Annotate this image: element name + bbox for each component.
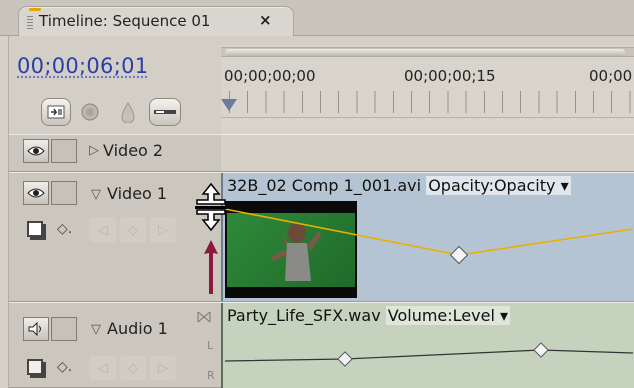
set-marker-icon [81,103,99,121]
ruler-ticks [229,91,634,113]
snap-button[interactable] [41,98,71,126]
track-resize-cursor-icon [195,182,227,294]
toggle-track-output-button[interactable] [23,139,49,163]
ruler-baseline [221,117,634,118]
ruler-label: 00;00 [589,67,633,85]
show-keyframes-icon[interactable]: ◇. [57,221,72,237]
track-name-audio1: Audio 1 [107,319,168,338]
audio-clip[interactable]: Party_Life_SFX.wav Volume:Level ▾ [221,303,634,388]
panel-tab-bar: Timeline: Sequence 01 × [0,0,634,37]
snap-icon [47,105,65,119]
channel-label-left: L [207,339,214,352]
toggle-sync-icon [154,110,176,114]
track-name-video2: Video 2 [103,141,164,160]
set-marker-button[interactable] [75,98,105,126]
track-lock-button[interactable] [51,139,77,163]
track-header-audio1[interactable]: ▽ Audio 1 ◇. ◁ ◇ ▷ L R [9,302,221,388]
track-name-video1: Video 1 [107,184,168,203]
prev-keyframe-icon[interactable]: ◁ [89,355,117,381]
toggle-sync-button[interactable] [149,98,181,126]
channel-label-right: R [207,369,215,382]
toggle-track-output-button[interactable] [23,181,49,205]
add-keyframe-icon[interactable]: ◇ [119,355,147,381]
ruler-label: 00;00;00;15 [404,67,496,85]
sync-lock-icon[interactable] [197,311,211,323]
time-ruler[interactable]: 00;00;00;00 00;00;00;15 00;00 [221,45,634,149]
track-lock-button[interactable] [51,181,77,205]
tab-active-indicator [29,8,41,11]
expand-triangle-icon[interactable]: ▷ [89,143,99,158]
zoom-scrollbar-thumb[interactable] [225,49,625,56]
set-display-icon[interactable] [27,359,43,375]
track-area-audio1[interactable]: Party_Life_SFX.wav Volume:Level ▾ [221,302,634,388]
tab-timeline-sequence[interactable]: Timeline: Sequence 01 × [18,6,294,37]
timeline-panel: 00;00;06;01 00;00;00;00 00;00;00;15 00;0… [8,36,634,388]
track-header-video2[interactable]: ▷ Video 2 [9,134,221,172]
track-area-video2[interactable] [221,134,634,172]
eye-icon [27,146,45,156]
set-display-icon[interactable] [27,221,43,237]
collapse-triangle-icon[interactable]: ▽ [91,187,101,202]
current-timecode[interactable]: 00;00;06;01 [17,54,148,78]
keyframe-navigator: ◁ ◇ ▷ [89,217,177,245]
speaker-icon [28,322,41,336]
next-keyframe-icon[interactable]: ▷ [149,355,177,381]
up-arrow-icon [204,240,218,294]
collapse-triangle-icon[interactable]: ▽ [91,322,101,337]
keyframe-handle[interactable] [533,342,549,358]
next-keyframe-icon[interactable]: ▷ [149,217,177,243]
track-area-video1[interactable]: 32B_02 Comp 1_001.avi Opacity:Opacity ▾ [221,172,634,302]
keyframe-button[interactable] [113,98,143,126]
video-clip[interactable]: 32B_02 Comp 1_001.avi Opacity:Opacity ▾ [221,173,634,301]
track-lock-button[interactable] [51,317,77,341]
eye-icon [27,188,45,198]
tab-title: Timeline: Sequence 01 [39,12,211,30]
ruler-label: 00;00;00;00 [224,67,316,85]
toggle-track-output-button[interactable] [23,317,49,341]
close-icon[interactable]: × [259,11,272,29]
tab-grip-icon[interactable] [27,16,33,30]
add-keyframe-icon[interactable]: ◇ [119,217,147,243]
keyframe-handle[interactable] [337,351,353,367]
zoom-scrollbar[interactable] [221,47,634,57]
volume-rubberband[interactable] [223,303,634,388]
show-keyframes-icon[interactable]: ◇. [57,359,72,375]
playhead-icon[interactable] [221,99,237,111]
opacity-rubberband[interactable] [223,173,634,301]
keyframe-handle[interactable] [449,245,469,265]
keyframe-drop-icon [121,102,135,123]
prev-keyframe-icon[interactable]: ◁ [89,217,117,243]
keyframe-navigator: ◁ ◇ ▷ [89,355,177,383]
